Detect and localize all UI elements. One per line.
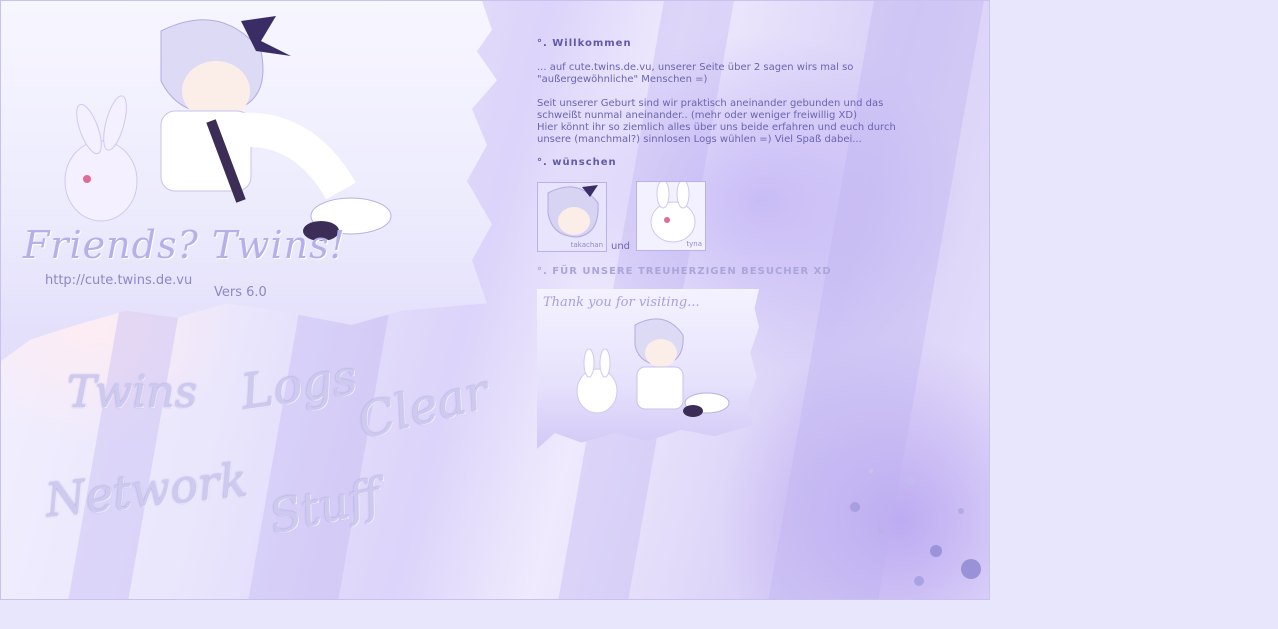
- welcome-heading: °. Willkommen: [537, 38, 632, 49]
- tyna-thumbnail[interactable]: tyna: [636, 181, 706, 251]
- welcome-body-line: unsere (manchmal?) sinnlosen Logs wühlen…: [537, 134, 862, 145]
- welcome-body-line: Seit unserer Geburt sind wir praktisch a…: [537, 98, 884, 109]
- welcome-intro-line: "außergewöhnliche" Menschen =): [537, 74, 708, 85]
- welcome-body-line: Hier könnt ihr so ziemlich alles über un…: [537, 122, 896, 133]
- nav-twins-link[interactable]: Twins: [67, 367, 197, 418]
- takachan-thumbnail[interactable]: takachan: [537, 182, 607, 252]
- takachan-label: takachan: [570, 241, 603, 249]
- wishes-heading: °. wünschen: [537, 157, 617, 168]
- und-connector: und: [611, 241, 631, 252]
- nav-network-link[interactable]: Network: [43, 453, 250, 528]
- welcome-body: Seit unserer Geburt sind wir praktisch a…: [537, 98, 957, 146]
- version-label: Vers 6.0: [214, 285, 267, 300]
- banner-illustration: [576, 318, 730, 417]
- visitors-heading: °. FÜR UNSERE TREUHERZIGEN BESUCHER XD: [537, 266, 832, 277]
- tyna-label: tyna: [686, 240, 702, 248]
- site-url: http://cute.twins.de.vu: [45, 273, 193, 288]
- sparkle-decoration: [850, 469, 981, 586]
- visitor-banner[interactable]: Thank you for visiting...: [537, 289, 759, 449]
- welcome-intro: ... auf cute.twins.de.vu, unserer Seite …: [537, 62, 957, 86]
- site-logo: Friends? Twins!: [23, 223, 346, 267]
- page-frame: Friends? Twins! http://cute.twins.de.vu …: [0, 0, 990, 600]
- welcome-intro-line: ... auf cute.twins.de.vu, unserer Seite …: [537, 62, 854, 73]
- welcome-body-line: schweißt nunmal aneinander.. (mehr oder …: [537, 110, 858, 121]
- banner-caption: Thank you for visiting...: [543, 295, 700, 310]
